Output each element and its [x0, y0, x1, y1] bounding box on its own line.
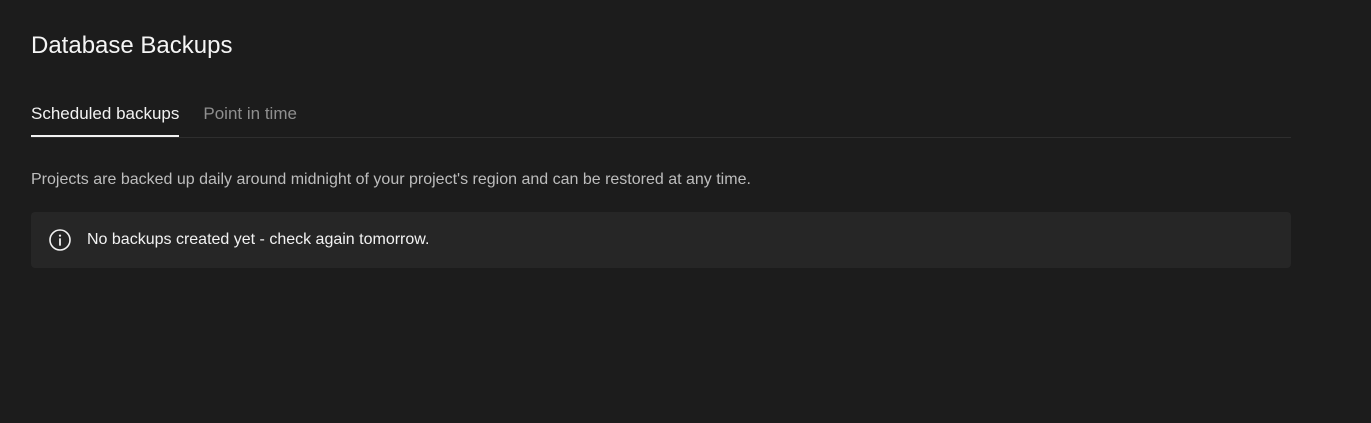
- backups-description: Projects are backed up daily around midn…: [31, 171, 751, 188]
- info-icon: [48, 228, 72, 252]
- page-title: Database Backups: [31, 32, 233, 59]
- backup-tabs: Scheduled backups Point in time: [31, 100, 1291, 138]
- notice-text: No backups created yet - check again tom…: [87, 231, 430, 248]
- no-backups-notice: No backups created yet - check again tom…: [31, 212, 1291, 268]
- backups-page: Database Backups Scheduled backups Point…: [0, 0, 1371, 423]
- tab-point-in-time[interactable]: Point in time: [203, 100, 297, 136]
- tab-scheduled-backups[interactable]: Scheduled backups: [31, 100, 180, 137]
